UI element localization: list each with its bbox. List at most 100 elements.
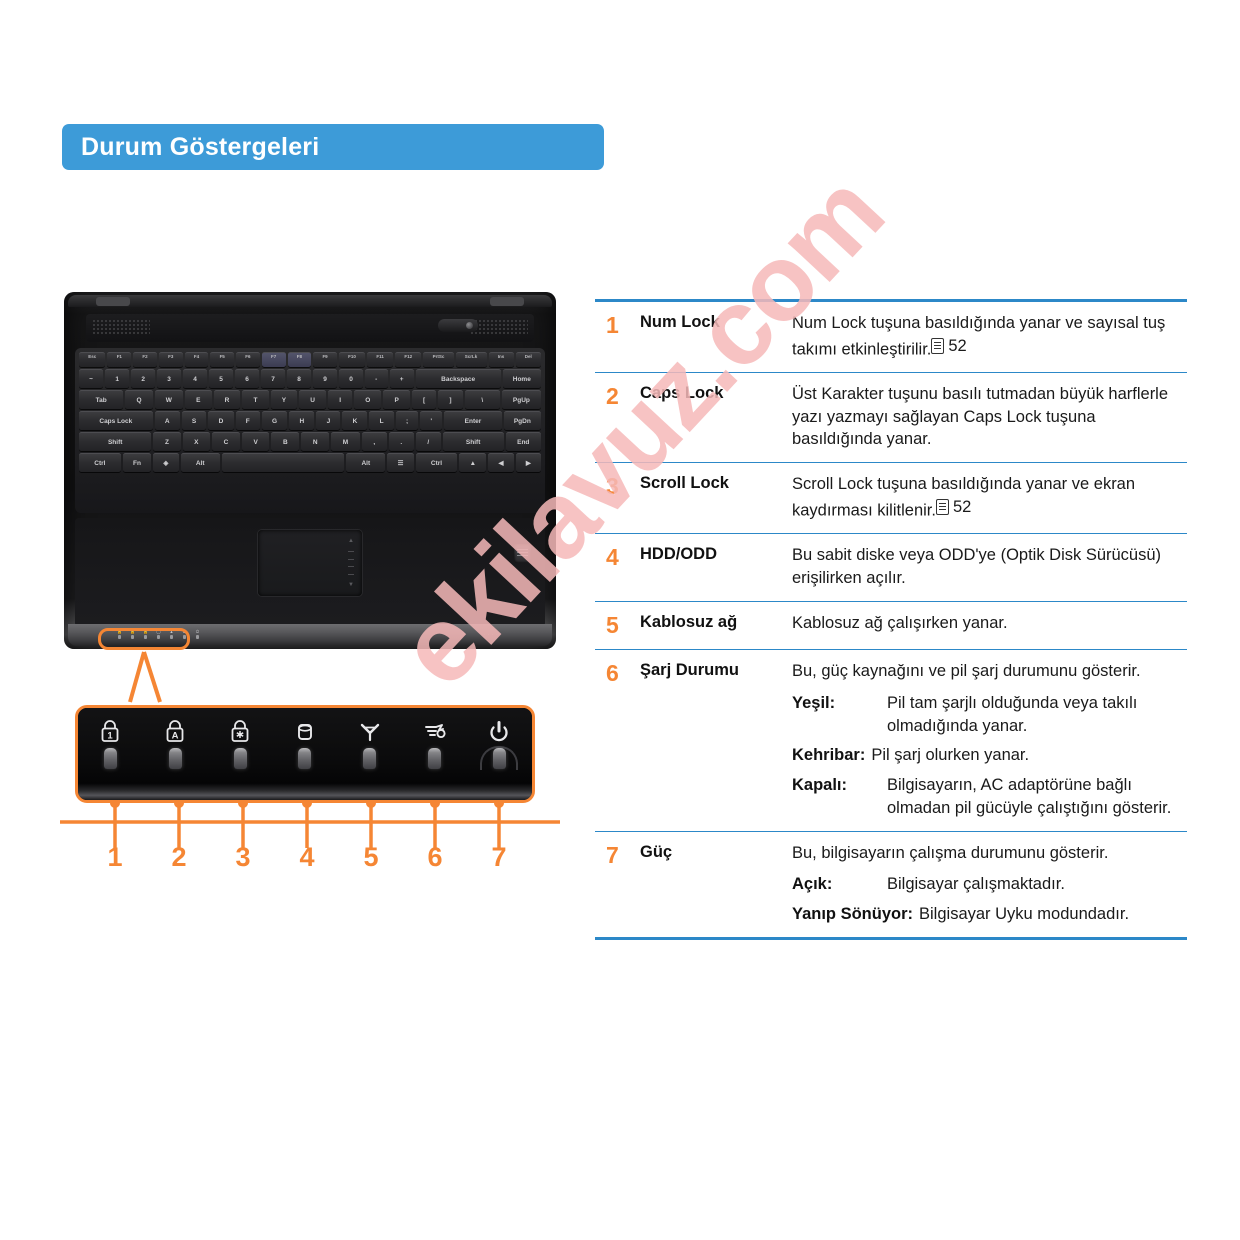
wireless-network-icon (358, 718, 382, 744)
key-d[interactable]: D (208, 411, 234, 430)
key-f3[interactable]: F3 (158, 352, 183, 367)
status-indicator-panel: 1 A (75, 705, 535, 803)
key-backslash[interactable]: \ (464, 390, 500, 409)
key-comma[interactable]: , (361, 432, 387, 451)
key-f2[interactable]: F2 (133, 352, 157, 367)
key-a[interactable]: A (154, 411, 180, 430)
key-f10[interactable]: F10 (338, 352, 366, 367)
key-page-down[interactable]: PgDn (503, 411, 542, 430)
key-f9[interactable]: F9 (313, 352, 337, 367)
row-number: 6 (606, 660, 619, 687)
key-c[interactable]: C (212, 432, 240, 451)
row-label: Kablosuz ağ (640, 612, 738, 631)
key-delete[interactable]: Del (515, 352, 541, 367)
touchpad-scroll-zone[interactable]: ▲ ▼ (347, 538, 355, 588)
key-j[interactable]: J (316, 411, 341, 430)
key-r[interactable]: R (213, 390, 241, 409)
key-tab[interactable]: Tab (79, 390, 124, 409)
key-e[interactable]: E (185, 390, 212, 409)
row-description: Bu, güç kaynağını ve pil şarj durumunu g… (792, 660, 1187, 820)
key-arrow-left[interactable]: ◀ (488, 453, 514, 472)
key-1[interactable]: 1 (105, 369, 130, 388)
palm-rest: ▲ ▼ (75, 518, 545, 627)
key-q[interactable]: Q (125, 390, 153, 409)
key-esc[interactable]: Esc (79, 352, 106, 367)
key-t[interactable]: T (242, 390, 269, 409)
key-4[interactable]: 4 (183, 369, 208, 388)
key-bracket-left[interactable]: [ (411, 390, 437, 409)
key-slash[interactable]: / (415, 432, 441, 451)
key-5[interactable]: 5 (209, 369, 234, 388)
key-w[interactable]: W (154, 390, 183, 409)
caps-lock-lamp (168, 748, 182, 769)
key-ctrl-right[interactable]: Ctrl (415, 453, 458, 472)
key-n[interactable]: N (301, 432, 330, 451)
key-caps-lock[interactable]: Caps Lock (79, 411, 153, 430)
key-9[interactable]: 9 (313, 369, 338, 388)
key-b[interactable]: B (271, 432, 300, 451)
key-f6[interactable]: F6 (236, 352, 260, 367)
table-row: 5 Kablosuz ağ Kablosuz ağ çalışırken yanar… (595, 600, 1187, 649)
key-y[interactable]: Y (270, 390, 298, 409)
touchpad[interactable]: ▲ ▼ (258, 530, 362, 596)
key-f8[interactable]: F8 (287, 352, 312, 367)
fingerprint-reader[interactable] (514, 544, 531, 563)
key-x[interactable]: X (182, 432, 211, 451)
key-windows[interactable]: ◈ (153, 453, 179, 472)
key-semicolon[interactable]: ; (395, 411, 419, 430)
key-end[interactable]: End (505, 432, 541, 451)
key-0[interactable]: 0 (339, 369, 363, 388)
key-f11[interactable]: F11 (367, 352, 394, 367)
key-s[interactable]: S (181, 411, 207, 430)
key-enter[interactable]: Enter (444, 411, 502, 430)
key-k[interactable]: K (342, 411, 368, 430)
key-arrow-right[interactable]: ▶ (515, 453, 542, 472)
key-i[interactable]: I (328, 390, 353, 409)
key-g[interactable]: G (261, 411, 288, 430)
row-number: 4 (606, 544, 619, 571)
key-period[interactable]: . (388, 432, 414, 451)
key-6[interactable]: 6 (235, 369, 260, 388)
key-equals[interactable]: + (389, 369, 414, 388)
key-u[interactable]: U (299, 390, 327, 409)
key-v[interactable]: V (241, 432, 270, 451)
key-page-up[interactable]: PgUp (501, 390, 541, 409)
key-print-screen[interactable]: PrtSc (423, 352, 454, 367)
callout-number-1: 1 (107, 842, 123, 872)
key-7[interactable]: 7 (261, 369, 286, 388)
key-minus[interactable]: - (365, 369, 388, 388)
sub-definition-text: Bilgisayar çalışmaktadır. (887, 875, 1065, 894)
key-o[interactable]: O (354, 390, 382, 409)
key-quote[interactable]: ' (420, 411, 443, 430)
key-scroll-lock[interactable]: ScrLk (455, 352, 487, 367)
key-f12[interactable]: F12 (395, 352, 422, 367)
key-2[interactable]: 2 (131, 369, 156, 388)
key-f[interactable]: F (235, 411, 260, 430)
key-shift-left[interactable]: Shift (79, 432, 152, 451)
key-h[interactable]: H (289, 411, 315, 430)
key-3[interactable]: 3 (157, 369, 182, 388)
page-reference-number: 52 (952, 497, 972, 516)
key-alt-right[interactable]: Alt (346, 453, 386, 472)
key-menu[interactable]: ☰ (387, 453, 414, 472)
key-insert[interactable]: Ins (488, 352, 514, 367)
key-alt-left[interactable]: Alt (180, 453, 220, 472)
key-home[interactable]: Home (502, 369, 541, 388)
key-fn[interactable]: Fn (122, 453, 152, 472)
key-bracket-right[interactable]: ] (438, 390, 463, 409)
key-m[interactable]: M (331, 432, 360, 451)
key-f7[interactable]: F7 (261, 352, 286, 367)
key-p[interactable]: P (383, 390, 410, 409)
key-z[interactable]: Z (153, 432, 181, 451)
key-shift-right[interactable]: Shift (442, 432, 504, 451)
key-ctrl-left[interactable]: Ctrl (79, 453, 121, 472)
key-l[interactable]: L (369, 411, 394, 430)
key-tilde[interactable]: ~ (79, 369, 104, 388)
key-arrow-up[interactable]: ▲ (459, 453, 487, 472)
key-backspace[interactable]: Backspace (415, 369, 501, 388)
key-f4[interactable]: F4 (184, 352, 209, 367)
key-f5[interactable]: F5 (210, 352, 235, 367)
key-f1[interactable]: F1 (107, 352, 132, 367)
key-8[interactable]: 8 (287, 369, 312, 388)
key-space[interactable] (221, 453, 345, 472)
